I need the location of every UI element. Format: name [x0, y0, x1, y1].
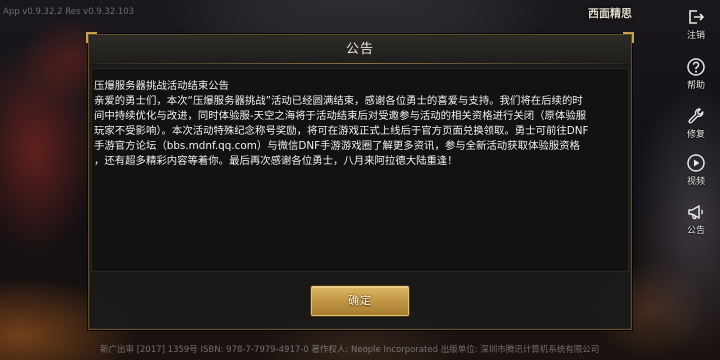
wrench-icon [686, 106, 706, 126]
confirm-button[interactable]: 确定 [311, 286, 409, 316]
side-item-label: 公告 [686, 226, 705, 236]
corner-title: 西面精思 [588, 7, 632, 20]
play-icon [686, 153, 706, 173]
announcement-heading: 压爆服务器挑战活动结束公告 [94, 80, 230, 92]
side-item-logout[interactable]: 注销 [678, 7, 714, 47]
side-item-label: 修复 [686, 130, 705, 140]
confirm-button-label: 确定 [348, 294, 372, 307]
dialog-title: 公告 [345, 42, 374, 57]
copyright-text: 新广出审 [2017] 1359号 ISBN: 978-7-7979-4917-… [100, 345, 600, 355]
announcement-content[interactable]: 压爆服务器挑战活动结束公告 亲爱的勇士们，本次“压爆服务器挑战”活动已经圆满结束… [91, 68, 629, 272]
header-divider [90, 63, 630, 64]
help-icon [686, 57, 706, 77]
side-item-help[interactable]: 帮助 [678, 57, 714, 97]
megaphone-icon [686, 202, 706, 222]
logout-icon [686, 7, 706, 27]
side-item-repair[interactable]: 修复 [678, 106, 714, 146]
side-item-video[interactable]: 视频 [678, 153, 714, 193]
side-item-label: 视频 [686, 177, 705, 187]
announcement-line: 亲爱的勇士们，本次“压爆服务器挑战”活动已经圆满结束，感谢各位勇士的喜爱与支持。… [94, 95, 583, 107]
side-item-label: 帮助 [686, 81, 705, 91]
dialog-header: 公告 [90, 36, 630, 63]
version-text: App v0.9.32.2 Res v0.9.32.103 [3, 7, 135, 17]
announcement-dialog: 公告 压爆服务器挑战活动结束公告 亲爱的勇士们，本次“压爆服务器挑战”活动已经圆… [86, 32, 634, 330]
announcement-line: 手游官方论坛（bbs.mdnf.qq.com）与微信DNF手游游戏圈了解更多资讯… [94, 140, 580, 152]
announcement-line: 间中持续优化与改进，同时体验服-天空之海将于活动结束后对受邀参与活动的相关资格进… [94, 110, 587, 122]
announcement-line: ，还有超多精彩内容等着你。最后再次感谢各位勇士，八月来阿拉德大陆重逢！ [94, 155, 458, 167]
side-item-label: 注销 [686, 31, 705, 41]
announcement-line: 玩家不受影响）。本次活动特殊纪念称号奖励，将可在游戏正式上线后于官方页面兑换领取… [94, 125, 589, 137]
side-item-announcement[interactable]: 公告 [678, 202, 714, 242]
